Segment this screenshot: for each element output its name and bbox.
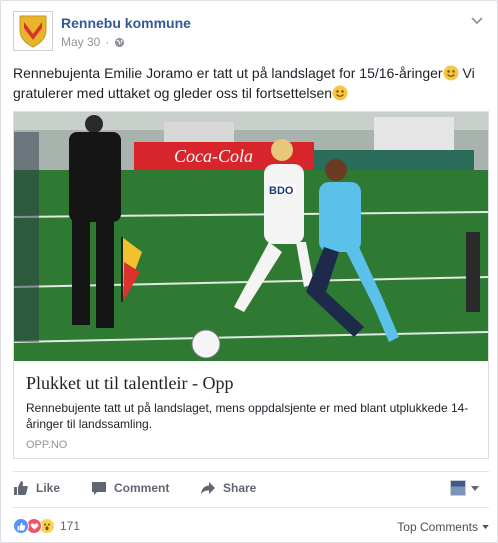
page-name[interactable]: Rennebu kommune	[61, 15, 191, 31]
post-header: Rennebu kommune May 30 ·	[13, 11, 485, 55]
post-options-chevron[interactable]	[469, 13, 485, 29]
caret-down-icon	[471, 485, 479, 491]
reaction-count[interactable]: 171	[60, 519, 80, 533]
post-text-part1: Rennebujenta Emilie Joramo er tatt ut på…	[13, 65, 443, 81]
like-label: Like	[36, 481, 61, 495]
link-description: Rennebujente tatt ut på landslaget, mens…	[26, 401, 469, 431]
share-icon	[201, 482, 215, 494]
link-domain: OPP.NO	[26, 439, 68, 451]
link-preview-photo[interactable]: Coca-Cola BDO	[14, 112, 488, 361]
caret-down-icon	[482, 525, 489, 529]
reactions-summary[interactable]: 171	[13, 518, 80, 534]
smile-emoji-icon	[443, 65, 459, 81]
post-actions: Like Comment Share	[13, 471, 489, 505]
share-button[interactable]: Share	[200, 480, 256, 496]
viewer-avatar	[450, 480, 466, 496]
comment-button[interactable]: Comment	[91, 480, 169, 496]
post-card: Rennebu kommune May 30 · Rennebujenta Em…	[0, 0, 498, 543]
like-icon	[14, 481, 28, 495]
link-preview[interactable]: Coca-Cola BDO Plukket ut til talentleir …	[13, 111, 489, 459]
link-preview-body[interactable]: Plukket ut til talentleir - Opp Rennebuj…	[14, 361, 488, 458]
comment-label: Comment	[114, 481, 170, 495]
post-meta: May 30 ·	[61, 35, 125, 49]
comment-sort-selector[interactable]: Top Comments	[397, 520, 489, 534]
meta-separator: ·	[105, 35, 110, 49]
link-title[interactable]: Plukket ut til talentleir - Opp	[26, 372, 476, 394]
coat-of-arms-icon	[19, 15, 47, 48]
soccer-photo: Coca-Cola BDO	[14, 112, 488, 361]
share-label: Share	[223, 481, 257, 495]
top-comments-label: Top Comments	[397, 520, 478, 534]
post-date[interactable]: May 30	[61, 35, 100, 49]
page-avatar[interactable]	[13, 11, 53, 51]
post-message: Rennebujenta Emilie Joramo er tatt ut på…	[13, 63, 489, 103]
globe-icon[interactable]	[114, 37, 125, 48]
post-as-selector[interactable]	[450, 480, 479, 496]
like-reaction-icon	[13, 518, 29, 534]
chevron-down-icon	[471, 17, 483, 25]
photo-banner-text: Coca-Cola	[174, 146, 253, 166]
like-button[interactable]: Like	[13, 480, 60, 496]
jersey-text: BDO	[269, 185, 294, 197]
post-footer: 171 Top Comments	[13, 507, 489, 541]
comment-icon	[92, 482, 106, 495]
smile-emoji-icon	[332, 85, 348, 101]
